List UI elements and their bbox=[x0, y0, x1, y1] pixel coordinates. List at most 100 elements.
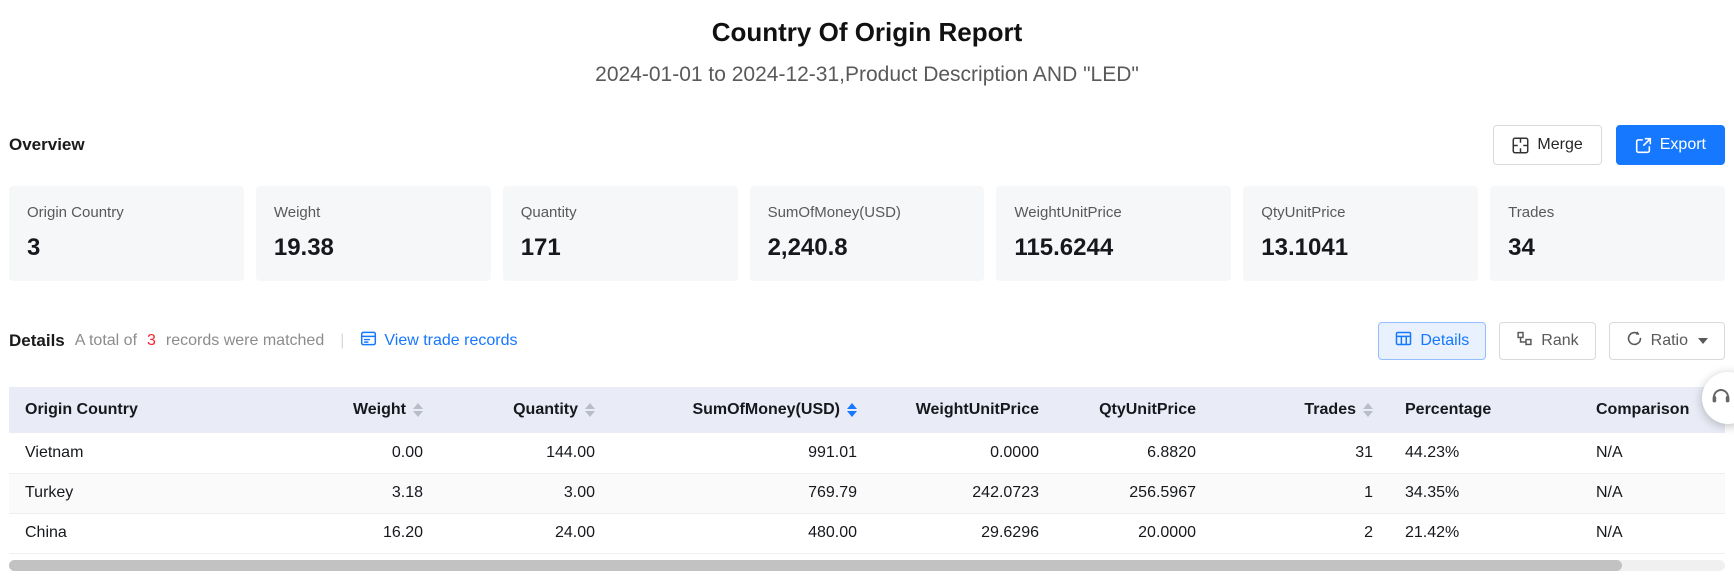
cell-origin-country: China bbox=[9, 513, 271, 553]
cell-weight-unit-price: 0.0000 bbox=[873, 433, 1055, 473]
stat-label: WeightUnitPrice bbox=[1014, 203, 1213, 223]
cell-sum-of-money: 769.79 bbox=[611, 473, 873, 513]
table-row-vietnam[interactable]: Vietnam 0.00 144.00 991.01 0.0000 6.8820… bbox=[9, 433, 1725, 473]
col-label: WeightUnitPrice bbox=[916, 401, 1039, 419]
page-title: Country Of Origin Report bbox=[9, 14, 1725, 50]
cell-comparison: N/A bbox=[1580, 473, 1725, 513]
sort-icon[interactable] bbox=[1363, 403, 1373, 417]
rank-view-button[interactable]: Rank bbox=[1499, 322, 1595, 360]
cell-qty-unit-price: 6.8820 bbox=[1055, 433, 1212, 473]
stat-label: Weight bbox=[274, 203, 473, 223]
col-label: Comparison bbox=[1596, 401, 1689, 419]
rank-icon bbox=[1516, 330, 1533, 352]
stat-label: SumOfMoney(USD) bbox=[768, 203, 967, 223]
details-table: Origin Country Weight Quantity SumOfMone… bbox=[9, 387, 1725, 554]
merge-button[interactable]: Merge bbox=[1493, 125, 1601, 165]
horizontal-scrollbar-thumb[interactable] bbox=[9, 560, 1622, 571]
col-header-trades[interactable]: Trades bbox=[1212, 387, 1389, 433]
cell-weight: 3.18 bbox=[271, 473, 439, 513]
cell-percentage: 21.42% bbox=[1389, 513, 1580, 553]
details-heading: Details bbox=[9, 331, 65, 351]
col-label: Percentage bbox=[1405, 401, 1491, 419]
col-label: Trades bbox=[1304, 401, 1356, 419]
cell-comparison: N/A bbox=[1580, 433, 1725, 473]
cell-qty-unit-price: 20.0000 bbox=[1055, 513, 1212, 553]
stat-card-trades: Trades 34 bbox=[1490, 186, 1725, 281]
stat-card-sum-of-money: SumOfMoney(USD) 2,240.8 bbox=[750, 186, 985, 281]
sort-icon[interactable] bbox=[585, 403, 595, 417]
merge-icon bbox=[1512, 137, 1529, 154]
export-button-label: Export bbox=[1660, 136, 1706, 154]
view-trade-records-label: View trade records bbox=[384, 332, 517, 350]
col-label: QtyUnitPrice bbox=[1099, 401, 1196, 419]
stat-value: 2,240.8 bbox=[768, 233, 967, 263]
col-label: Origin Country bbox=[25, 401, 138, 419]
overview-toolbar: Overview Merge Export bbox=[9, 124, 1725, 166]
chevron-down-icon bbox=[1698, 338, 1708, 344]
stat-card-weight: Weight 19.38 bbox=[256, 186, 491, 281]
table-icon bbox=[1395, 330, 1412, 352]
stat-label: Quantity bbox=[521, 203, 720, 223]
cell-origin-country: Turkey bbox=[9, 473, 271, 513]
table-row-turkey[interactable]: Turkey 3.18 3.00 769.79 242.0723 256.596… bbox=[9, 473, 1725, 513]
cell-sum-of-money: 991.01 bbox=[611, 433, 873, 473]
summary-suffix: records were matched bbox=[166, 332, 324, 350]
cell-sum-of-money: 480.00 bbox=[611, 513, 873, 553]
col-header-percentage: Percentage bbox=[1389, 387, 1580, 433]
col-label: Weight bbox=[353, 401, 406, 419]
details-toolbar: Details A total of 3 records were matche… bbox=[9, 321, 1725, 361]
horizontal-scrollbar[interactable] bbox=[9, 560, 1725, 571]
overview-heading: Overview bbox=[9, 135, 85, 155]
sort-icon[interactable] bbox=[413, 403, 423, 417]
cell-percentage: 44.23% bbox=[1389, 433, 1580, 473]
stat-label: Origin Country bbox=[27, 203, 226, 223]
table-header-row: Origin Country Weight Quantity SumOfMone… bbox=[9, 387, 1725, 433]
stat-label: QtyUnitPrice bbox=[1261, 203, 1460, 223]
cell-origin-country: Vietnam bbox=[9, 433, 271, 473]
country-of-origin-report-page: Country Of Origin Report 2024-01-01 to 2… bbox=[0, 0, 1734, 585]
details-view-button[interactable]: Details bbox=[1378, 322, 1486, 360]
cell-trades: 31 bbox=[1212, 433, 1389, 473]
stat-value: 115.6244 bbox=[1014, 233, 1213, 263]
stat-value: 3 bbox=[27, 233, 226, 263]
cell-trades: 1 bbox=[1212, 473, 1389, 513]
view-switch: Details Rank Ratio bbox=[1378, 322, 1725, 360]
ratio-view-button[interactable]: Ratio bbox=[1609, 322, 1725, 360]
toolbar-actions: Merge Export bbox=[1493, 125, 1725, 165]
stat-card-origin-country: Origin Country 3 bbox=[9, 186, 244, 281]
col-header-qty-unit-price: QtyUnitPrice bbox=[1055, 387, 1212, 433]
details-summary: Details A total of 3 records were matche… bbox=[9, 330, 517, 352]
stat-card-qty-unit-price: QtyUnitPrice 13.1041 bbox=[1243, 186, 1478, 281]
col-header-sum-of-money[interactable]: SumOfMoney(USD) bbox=[611, 387, 873, 433]
headset-icon bbox=[1709, 384, 1733, 413]
rank-view-label: Rank bbox=[1541, 332, 1578, 350]
col-header-origin-country: Origin Country bbox=[9, 387, 271, 433]
matched-count: 3 bbox=[147, 332, 156, 350]
stat-label: Trades bbox=[1508, 203, 1707, 223]
col-header-weight-unit-price: WeightUnitPrice bbox=[873, 387, 1055, 433]
overview-cards: Origin Country 3 Weight 19.38 Quantity 1… bbox=[9, 186, 1725, 281]
col-header-weight[interactable]: Weight bbox=[271, 387, 439, 433]
merge-button-label: Merge bbox=[1537, 136, 1582, 154]
col-header-quantity[interactable]: Quantity bbox=[439, 387, 611, 433]
cell-weight: 0.00 bbox=[271, 433, 439, 473]
cell-weight: 16.20 bbox=[271, 513, 439, 553]
view-trade-records-link[interactable]: View trade records bbox=[360, 330, 517, 352]
report-header: Country Of Origin Report 2024-01-01 to 2… bbox=[9, 14, 1725, 90]
table-row-china[interactable]: China 16.20 24.00 480.00 29.6296 20.0000… bbox=[9, 513, 1725, 553]
trade-records-icon bbox=[360, 330, 377, 352]
cell-quantity: 24.00 bbox=[439, 513, 611, 553]
export-button[interactable]: Export bbox=[1616, 125, 1725, 165]
stat-card-quantity: Quantity 171 bbox=[503, 186, 738, 281]
stat-card-weight-unit-price: WeightUnitPrice 115.6244 bbox=[996, 186, 1231, 281]
col-label: SumOfMoney(USD) bbox=[692, 401, 840, 419]
cell-qty-unit-price: 256.5967 bbox=[1055, 473, 1212, 513]
stat-value: 34 bbox=[1508, 233, 1707, 263]
ratio-icon bbox=[1626, 330, 1643, 352]
cell-quantity: 3.00 bbox=[439, 473, 611, 513]
details-view-label: Details bbox=[1420, 332, 1469, 350]
export-icon bbox=[1635, 137, 1652, 154]
cell-quantity: 144.00 bbox=[439, 433, 611, 473]
sort-icon-active[interactable] bbox=[847, 403, 857, 417]
stat-value: 171 bbox=[521, 233, 720, 263]
